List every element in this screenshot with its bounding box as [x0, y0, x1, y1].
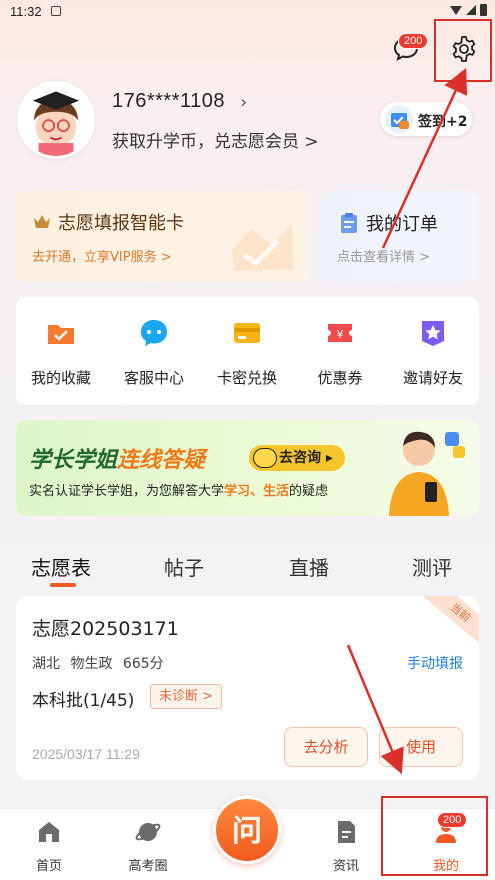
chat-icon [141, 320, 167, 346]
system-icons [450, 4, 487, 16]
star-icon [422, 321, 444, 346]
signin-button[interactable]: 签到+2 [380, 102, 472, 136]
action-label: 卡密兑换 [216, 369, 277, 387]
mentor-banner[interactable]: 学长学姐连线答疑 去咨询 ▸ 实名认证学长学姐，为您解答大学学习、生活的疑虑 [16, 420, 479, 516]
card-icon [234, 323, 260, 343]
battery-icon [480, 4, 487, 16]
clipboard-icon [341, 213, 357, 233]
banner-sub-highlight: 学习、生活 [224, 484, 290, 499]
ask-button[interactable]: 问 [213, 796, 281, 864]
wish-province: 湖北 [32, 656, 60, 672]
wish-subjects: 物生政 [70, 656, 113, 672]
banner-title-part: 学长学姐 [29, 448, 118, 473]
nav-label: 资讯 [332, 859, 359, 874]
wifi-icon [450, 5, 462, 15]
settings-highlight-box [434, 19, 492, 82]
wish-batch: 本科批(1/45) [32, 691, 135, 711]
vip-card-decoration [232, 223, 294, 271]
banner-sub-part: 的疑虑 [289, 484, 329, 499]
tab-wish-list[interactable]: 志愿表 [31, 552, 91, 581]
tab-assessment[interactable]: 测评 [412, 552, 452, 581]
vip-card-title: 志愿填报智能卡 [58, 213, 184, 234]
notification-icon [51, 6, 61, 16]
vip-card[interactable]: 志愿填报智能卡 去开通，立享VIP服务 > [16, 191, 310, 282]
consult-label: 去咨询 [279, 450, 321, 466]
crown-icon [34, 215, 50, 228]
diagnosis-badge[interactable]: 未诊断 > [150, 684, 223, 709]
action-favorites[interactable]: 我的收藏 [16, 317, 106, 388]
use-button[interactable]: 使用 [379, 727, 463, 767]
nav-label: 高考圈 [128, 859, 168, 874]
eyes-icon [253, 448, 277, 468]
message-badge: 200 [398, 33, 429, 49]
banner-subtitle: 实名认证学长学姐，为您解答大学学习、生活的疑虑 [29, 480, 328, 499]
nav-label: 首页 [35, 859, 62, 874]
order-card[interactable]: 我的订单 点击查看详情 > [322, 191, 478, 282]
status-time: 11:32 [10, 4, 42, 19]
nav-gaokao-circle[interactable]: 高考圈 [108, 819, 188, 874]
tab-posts[interactable]: 帖子 [164, 552, 204, 581]
profile-subtitle-link[interactable]: 获取升学币，兑志愿会员 > [112, 127, 319, 152]
wish-card[interactable]: 当前 志愿202503171 湖北 物生政 665分 手动填报 本科批(1/45… [16, 596, 479, 780]
folder-icon [48, 325, 74, 344]
action-invite[interactable]: 邀请好友 [388, 317, 478, 388]
order-card-title: 我的订单 [366, 214, 438, 235]
banner-title: 学长学姐连线答疑 [29, 442, 205, 474]
nav-news[interactable]: 资讯 [306, 819, 386, 874]
signal-icon [466, 5, 476, 15]
current-corner-badge: 当前 [418, 596, 479, 651]
wish-date: 2025/03/17 11:29 [32, 746, 140, 762]
calendar-check-icon [385, 105, 413, 133]
action-label: 我的收藏 [30, 369, 91, 387]
nav-home[interactable]: 首页 [9, 819, 89, 874]
svg-text:¥: ¥ [337, 328, 344, 341]
coupon-icon: ¥ [328, 324, 352, 342]
user-phone[interactable]: 176****1108 [112, 90, 225, 113]
wish-title: 志愿202503171 [32, 618, 179, 640]
action-label: 邀请好友 [402, 369, 463, 387]
signin-label: 签到+2 [418, 114, 468, 130]
quick-actions: 我的收藏 客服中心 卡密兑换 ¥ 优惠券 邀请好友 [16, 297, 479, 405]
action-label: 优惠券 [317, 369, 363, 387]
wish-score: 665分 [122, 656, 164, 672]
action-customer-service[interactable]: 客服中心 [109, 317, 199, 388]
vip-card-sub: 去开通，立享VIP服务 > [32, 250, 172, 265]
status-bar: 11:32 [0, 0, 495, 22]
chevron-right-icon[interactable]: › [240, 92, 247, 113]
action-card-redeem[interactable]: 卡密兑换 [202, 317, 292, 388]
action-coupon[interactable]: ¥ 优惠券 [295, 317, 385, 388]
planet-icon [135, 823, 161, 841]
banner-sub-part: 实名认证学长学姐，为您解答大学 [29, 484, 225, 499]
tab-active-indicator [50, 583, 76, 587]
consult-button[interactable]: 去咨询 ▸ [249, 445, 345, 471]
banner-title-highlight: 连线答疑 [117, 448, 206, 473]
order-card-sub: 点击查看详情 > [337, 250, 431, 265]
avatar[interactable] [17, 81, 95, 159]
action-label: 客服中心 [123, 369, 184, 387]
analyze-button[interactable]: 去分析 [284, 727, 368, 767]
document-icon [338, 821, 355, 843]
mentor-illustration [389, 431, 465, 516]
wish-tags: 湖北 物生政 665分 [32, 653, 170, 673]
tab-live[interactable]: 直播 [289, 552, 329, 581]
home-icon [39, 822, 59, 842]
manual-fill-link[interactable]: 手动填报 [407, 653, 463, 673]
mine-highlight-box [381, 796, 488, 876]
